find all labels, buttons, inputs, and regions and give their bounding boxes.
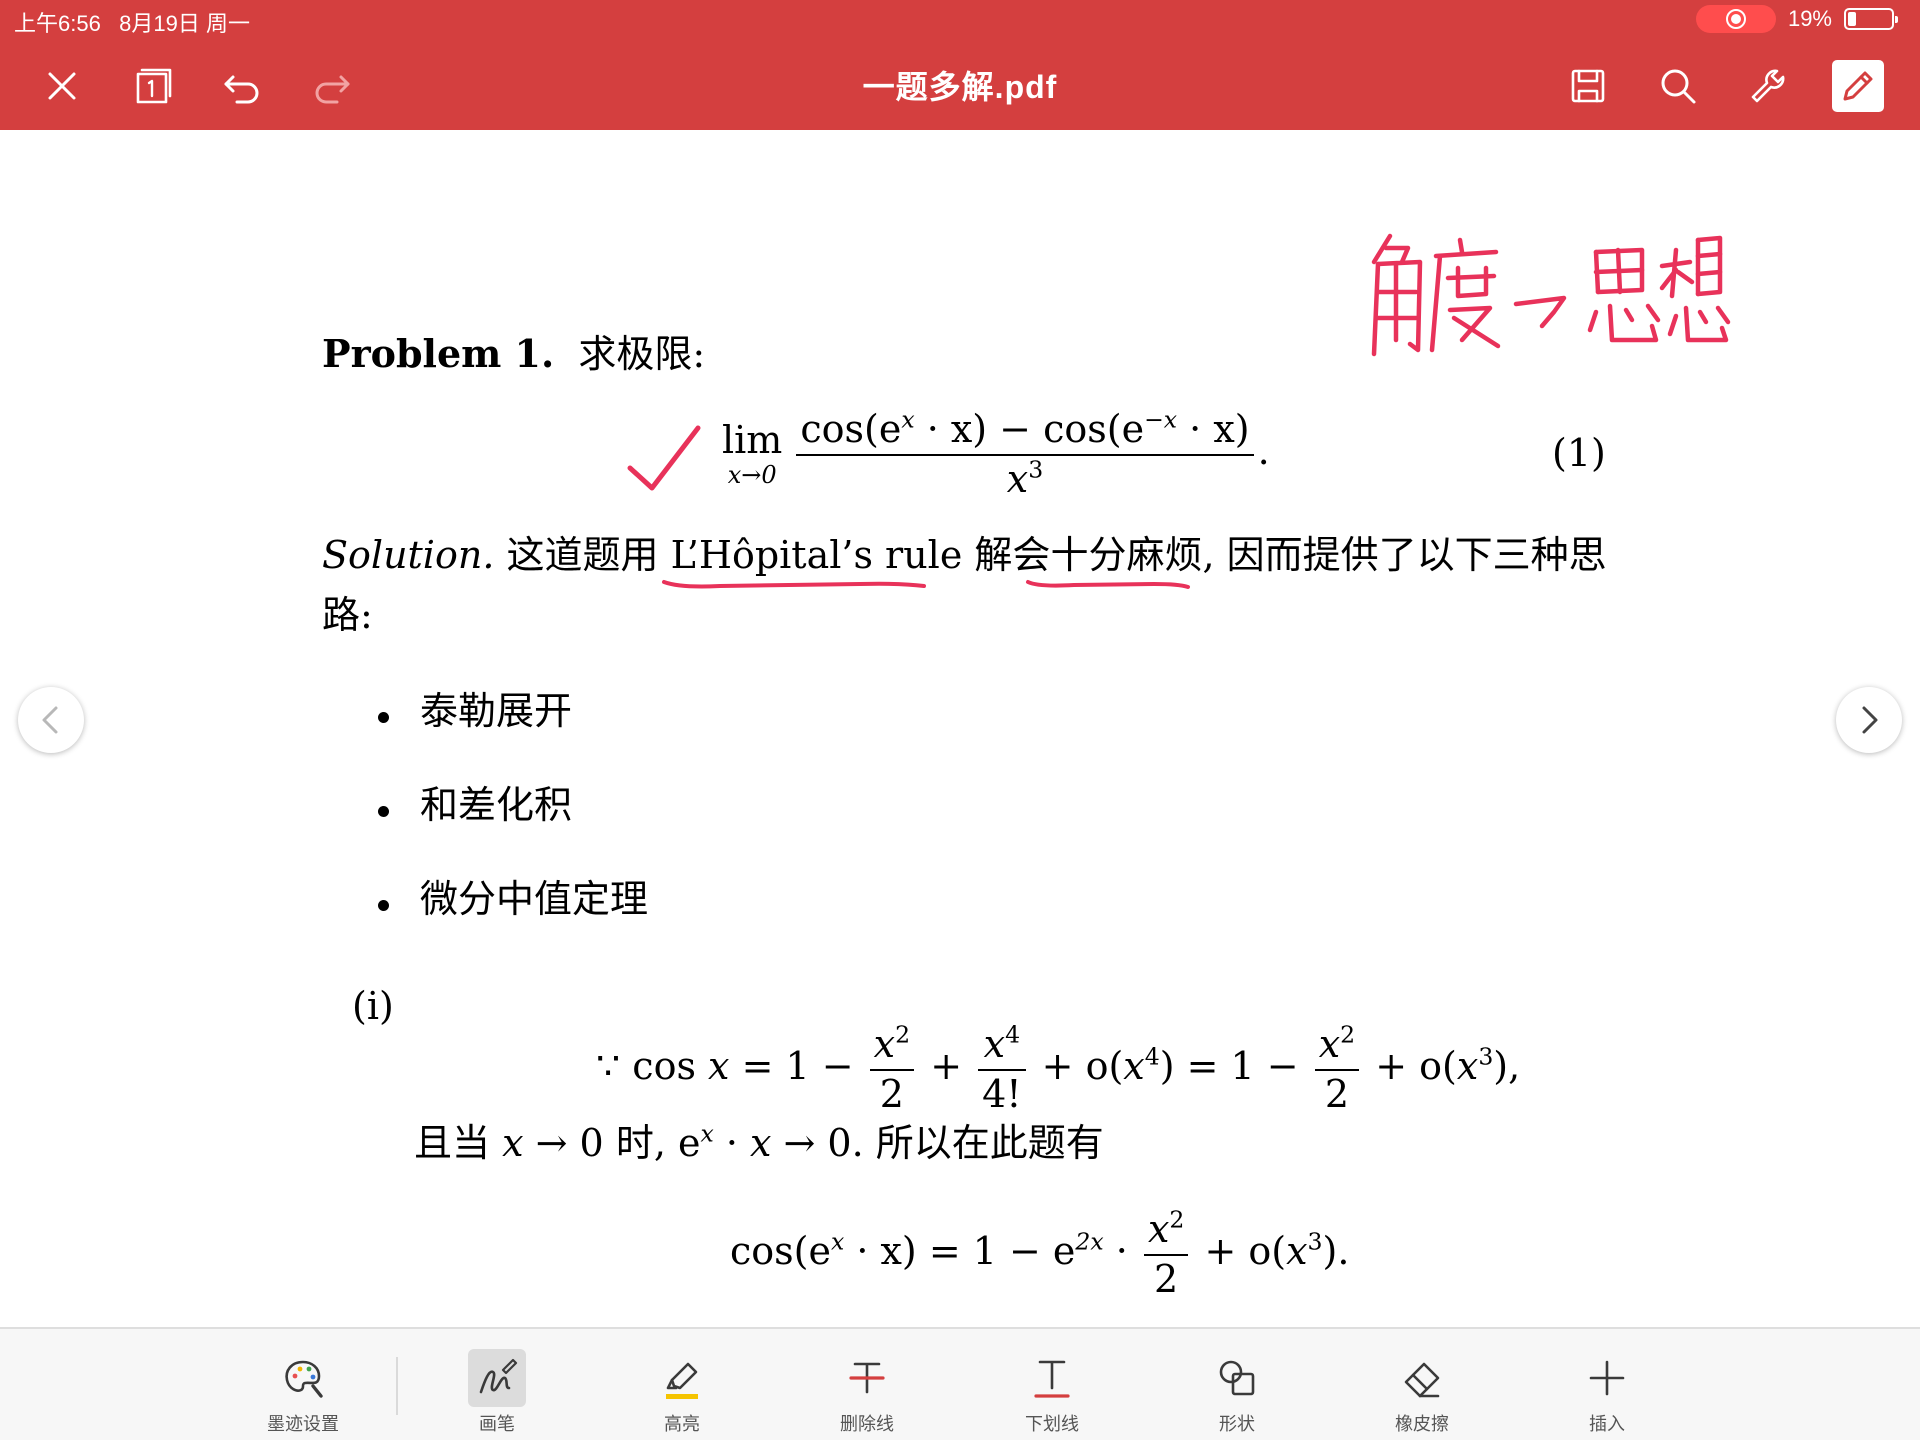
next-page-button[interactable] <box>1836 687 1902 753</box>
tool-label: 下划线 <box>1025 1414 1079 1435</box>
limit-fraction: cos(ex · x) − cos(e−x · x) x3 <box>796 406 1254 503</box>
very-troublesome-text: 十分麻烦 <box>1050 533 1203 577</box>
equation-limit: lim x→0 cos(ex · x) − cos(e−x · x) x3 . <box>722 406 1270 503</box>
strikethrough-icon <box>849 1362 885 1394</box>
method-taylor: 泰勒展开 <box>420 689 573 733</box>
solution-line-2: 路: <box>322 593 373 637</box>
underline-icon <box>1034 1360 1070 1398</box>
save-button[interactable] <box>1562 60 1614 112</box>
toolbar-divider <box>396 1357 398 1415</box>
equation-number: (1) <box>1552 431 1606 475</box>
problem-heading: Problem 1. 求极限: <box>322 331 706 376</box>
pen-tool[interactable]: 画笔 <box>437 1349 557 1437</box>
document-title: 一题多解.pdf <box>862 69 1058 105</box>
wrench-icon <box>1751 69 1785 103</box>
search-button[interactable] <box>1652 60 1704 112</box>
pencil-icon <box>1843 71 1873 101</box>
redo-button[interactable] <box>306 60 358 112</box>
palette-icon <box>285 1360 323 1398</box>
bullet <box>378 712 389 723</box>
equation-cos-ex: cos(ex · x) = 1 − e2x · x2 2 + o(x3). <box>730 1206 1349 1303</box>
highlight-tool[interactable]: 高亮 <box>622 1349 742 1437</box>
pdf-page[interactable]: Problem 1. 求极限: lim x→0 cos(ex · x) − co… <box>0 130 1920 1327</box>
highlighter-icon <box>666 1362 698 1399</box>
tool-label: 橡皮擦 <box>1395 1414 1449 1435</box>
eraser-tool[interactable]: 橡皮擦 <box>1362 1349 1482 1437</box>
tools-button[interactable] <box>1742 60 1794 112</box>
battery-percent: 19% <box>1787 6 1832 31</box>
hopital-rule-text: L’Hôpital’s rule <box>670 533 963 577</box>
redo-icon <box>315 75 350 104</box>
status-bar: 上午6:56 8月19日 周一 19% <box>0 0 1920 38</box>
annotate-mode-button[interactable] <box>1832 60 1884 112</box>
screen-record-icon[interactable] <box>1695 5 1776 33</box>
tool-label: 插入 <box>1589 1414 1625 1435</box>
status-date: 8月19日 周一 <box>119 11 250 36</box>
handwritten-note <box>1371 233 1731 357</box>
condition-line: 且当 x → 0 时, ex · x → 0. 所以在此题有 <box>414 1119 1104 1165</box>
underline-tool[interactable]: 下划线 <box>992 1349 1112 1437</box>
app-header: 上午6:56 8月19日 周一 19% 一题多解.pdf <box>0 0 1920 130</box>
limit-operator: lim x→0 <box>722 418 783 490</box>
search-icon <box>1661 69 1696 104</box>
method-mean-value: 微分中值定理 <box>420 877 649 921</box>
previous-page-button[interactable] <box>18 687 84 753</box>
status-time: 上午6:56 8月19日 周一 <box>14 11 250 36</box>
chevron-right-icon <box>1862 706 1878 734</box>
tool-label: 墨迹设置 <box>267 1414 339 1435</box>
annotation-toolbar: 墨迹设置 画笔 高亮 删除线 下划线 形状 橡皮擦 插入 <box>0 1327 1920 1440</box>
shapes-icon <box>1219 1360 1255 1396</box>
tool-label: 画笔 <box>479 1414 515 1435</box>
bullet <box>378 806 389 817</box>
undo-button[interactable] <box>216 60 268 112</box>
method-sum-to-product: 和差化积 <box>420 783 573 827</box>
solution-line-1: Solution. 这道题用 L’Hôpital’s rule 解会十分麻烦, … <box>322 533 1607 577</box>
close-icon <box>48 72 76 100</box>
ink-settings-tool[interactable]: 墨迹设置 <box>243 1349 363 1437</box>
battery-icon <box>1844 8 1898 30</box>
bullet <box>378 900 389 911</box>
pages-icon <box>136 68 172 104</box>
chevron-left-icon <box>42 706 58 734</box>
insert-tool[interactable]: 插入 <box>1547 1349 1667 1437</box>
page-overview-button[interactable] <box>126 60 178 112</box>
equation-cos-expansion: ∵ cos x = 1 − x2 2 + x4 4! + o(x4) = 1 − x… <box>596 1021 1520 1118</box>
undo-icon <box>224 75 259 104</box>
tool-label: 形状 <box>1219 1414 1255 1435</box>
tool-label: 高亮 <box>664 1414 700 1435</box>
strikethrough-tool[interactable]: 删除线 <box>807 1349 927 1437</box>
status-right: 19% <box>1695 5 1898 33</box>
checkmark-annotation <box>627 425 701 491</box>
problem-text: 求极限: <box>578 332 706 376</box>
battery-level <box>1848 12 1856 26</box>
close-button[interactable] <box>36 60 88 112</box>
save-icon <box>1571 69 1605 103</box>
tool-label: 删除线 <box>840 1414 894 1435</box>
underline-annotation-hopital <box>662 580 926 589</box>
pen-icon <box>479 1358 518 1394</box>
eraser-icon <box>1404 1362 1440 1398</box>
shape-tool[interactable]: 形状 <box>1177 1349 1297 1437</box>
underline-annotation-troublesome <box>1026 580 1190 589</box>
part-i-label: (i) <box>352 984 394 1028</box>
plus-icon <box>1589 1360 1625 1396</box>
